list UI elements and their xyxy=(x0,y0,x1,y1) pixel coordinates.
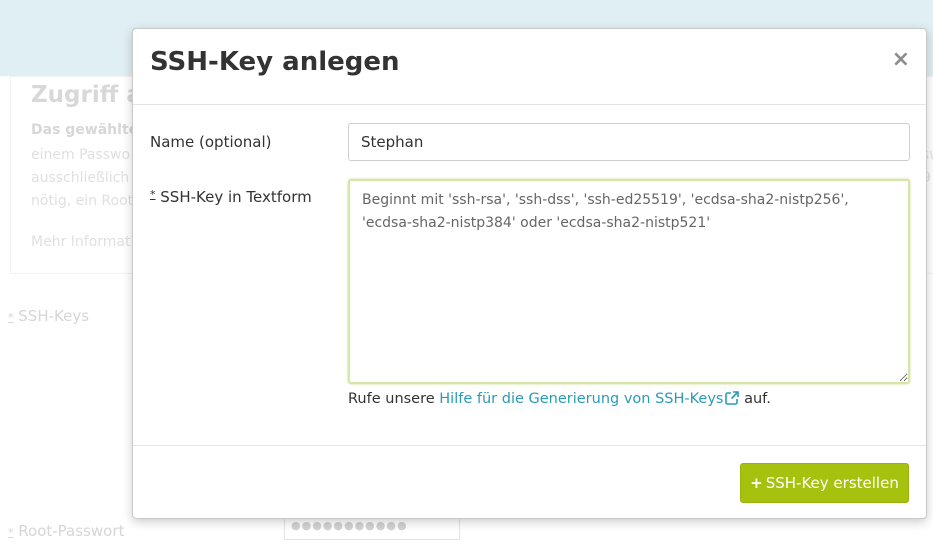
name-input[interactable] xyxy=(348,123,910,161)
help-text-suffix: auf. xyxy=(739,391,771,407)
close-icon[interactable]: × xyxy=(892,47,910,72)
create-ssh-key-button[interactable]: + SSH-Key erstellen xyxy=(740,463,909,503)
modal-header: SSH-Key anlegen × xyxy=(133,29,926,105)
ssh-key-label: * SSH-Key in Textform xyxy=(150,188,312,206)
modal-title: SSH-Key anlegen xyxy=(150,47,400,77)
modal-footer: + SSH-Key erstellen xyxy=(133,445,926,520)
required-marker: * xyxy=(150,188,156,201)
help-text: Rufe unsere Hilfe für die Generierung vo… xyxy=(348,391,771,409)
help-text-prefix: Rufe unsere xyxy=(348,391,440,407)
create-ssh-key-button-label: SSH-Key erstellen xyxy=(765,474,899,492)
name-label: Name (optional) xyxy=(150,133,272,151)
ssh-key-modal: SSH-Key anlegen × Name (optional) * SSH-… xyxy=(132,28,927,519)
ssh-key-help-link[interactable]: Hilfe für die Generierung von SSH-Keys xyxy=(439,391,740,409)
close-button[interactable]: × xyxy=(892,47,910,72)
ssh-key-textarea[interactable] xyxy=(348,179,910,384)
help-link-text[interactable]: Hilfe für die Generierung von SSH-Keys xyxy=(439,391,723,407)
ssh-key-label-text: SSH-Key in Textform xyxy=(160,188,312,206)
external-link-icon[interactable] xyxy=(725,391,740,409)
plus-icon: + xyxy=(750,474,763,492)
